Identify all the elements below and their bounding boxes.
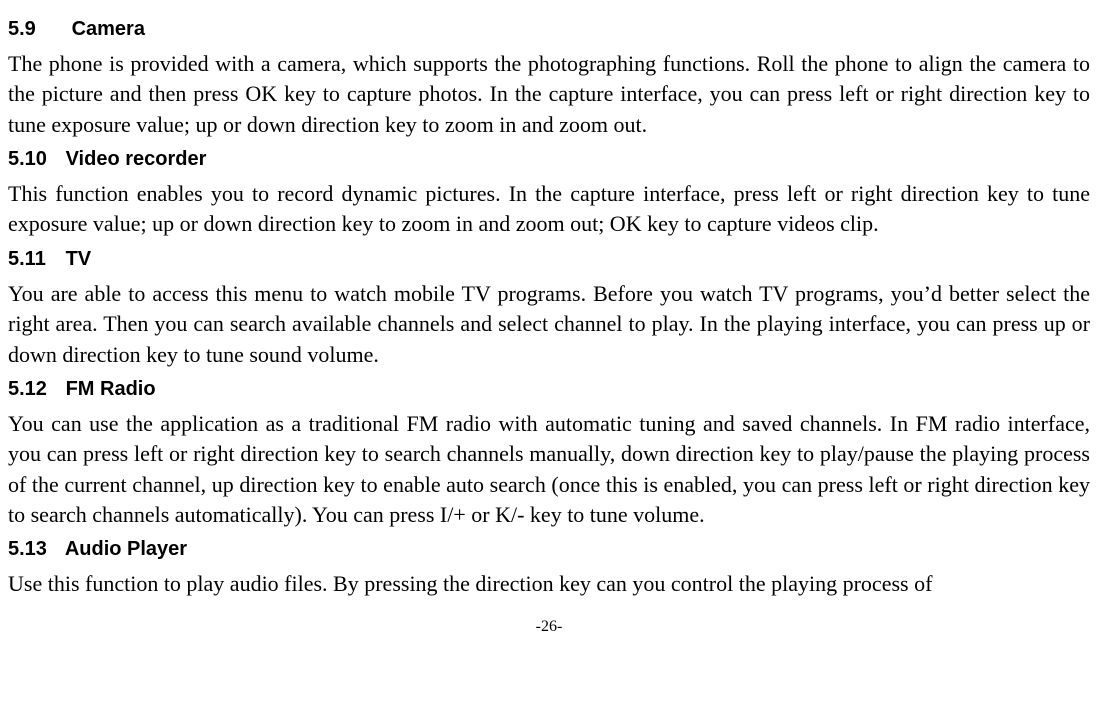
section-title: FM Radio xyxy=(66,378,156,400)
section-number: 5.9 xyxy=(8,18,66,41)
section-body-fm-radio: You can use the application as a traditi… xyxy=(8,409,1090,530)
section-heading-camera: 5.9 Camera xyxy=(8,18,1090,41)
section-heading-video-recorder: 5.10 Video recorder xyxy=(8,148,1090,171)
section-number: 5.13 xyxy=(8,538,60,561)
section-number: 5.10 xyxy=(8,148,60,171)
section-number: 5.12 xyxy=(8,378,60,401)
section-title: Audio Player xyxy=(65,538,187,560)
section-title: TV xyxy=(66,248,92,270)
section-heading-audio-player: 5.13 Audio Player xyxy=(8,538,1090,561)
section-body-tv: You are able to access this menu to watc… xyxy=(8,279,1090,370)
section-heading-tv: 5.11 TV xyxy=(8,248,1090,271)
section-title: Video recorder xyxy=(66,148,207,170)
section-title: Camera xyxy=(72,18,145,40)
section-body-video-recorder: This function enables you to record dyna… xyxy=(8,179,1090,240)
section-heading-fm-radio: 5.12 FM Radio xyxy=(8,378,1090,401)
page-number: -26- xyxy=(8,618,1090,636)
section-number: 5.11 xyxy=(8,248,60,271)
section-body-audio-player: Use this function to play audio files. B… xyxy=(8,569,1090,599)
section-body-camera: The phone is provided with a camera, whi… xyxy=(8,49,1090,140)
